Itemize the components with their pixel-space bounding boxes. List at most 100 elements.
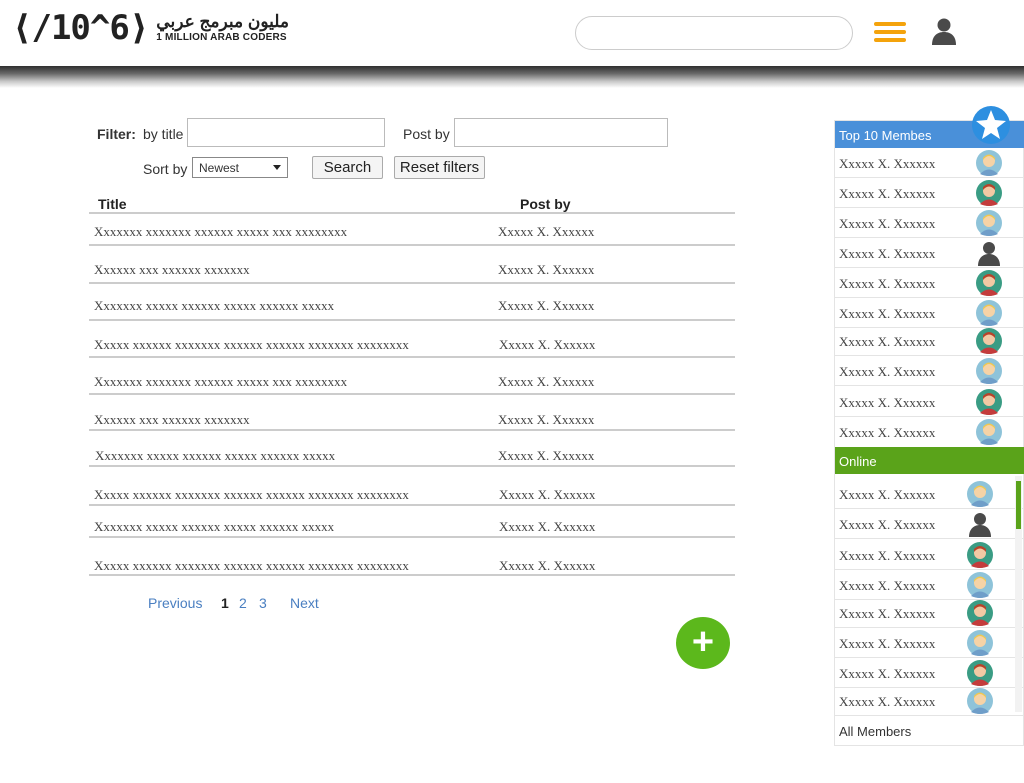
add-post-button[interactable]: + [676, 617, 730, 669]
row-author[interactable]: Xxxxx X. Xxxxxx [498, 262, 594, 278]
post-by-filter-input[interactable] [454, 118, 668, 147]
column-header-post-by[interactable]: Post by [520, 196, 571, 212]
row-title-link[interactable]: Xxxxxxx xxxxxxx xxxxxx xxxxx xxx xxxxxxx… [94, 374, 347, 390]
top-member-item[interactable]: Xxxxx X. Xxxxxx [835, 178, 1024, 208]
pagination-next[interactable]: Next [290, 595, 319, 611]
logo-arabic-text: مليون مبرمج عربي [156, 12, 289, 31]
redhair-avatar-icon [976, 270, 1002, 296]
header-search-input[interactable] [575, 16, 853, 50]
row-author[interactable]: Xxxxx X. Xxxxxx [499, 337, 595, 353]
logo-mark: ⟨/10^6⟩ [12, 8, 149, 48]
member-name: Xxxxx X. Xxxxxx [839, 246, 936, 261]
row-author[interactable]: Xxxxx X. Xxxxxx [498, 448, 594, 464]
row-title-link[interactable]: Xxxxxx xxx xxxxxx xxxxxxx [94, 412, 250, 428]
top-member-item[interactable]: Xxxxx X. Xxxxxx [835, 148, 1024, 178]
blonde-avatar-icon [976, 419, 1002, 445]
table-row-divider [89, 319, 735, 321]
row-author[interactable]: Xxxxx X. Xxxxxx [499, 487, 595, 503]
member-name: Xxxxx X. Xxxxxx [839, 578, 936, 593]
by-title-label: by title [143, 126, 184, 142]
table-header-divider [89, 212, 735, 214]
top-member-item[interactable]: Xxxxx X. Xxxxxx [835, 326, 1024, 356]
pagination-page-1[interactable]: 1 [221, 595, 229, 611]
site-header: ⟨/10^6⟩ مليون مبرمج عربي 1 MILLION ARAB … [0, 0, 1024, 68]
online-member-item[interactable]: Xxxxx X. Xxxxxx [835, 628, 1024, 658]
blonde-avatar-icon [967, 630, 993, 656]
logo-text: مليون مبرمج عربي 1 MILLION ARAB CODERS [156, 13, 289, 43]
row-title-link[interactable]: Xxxxxx xxx xxxxxx xxxxxxx [94, 262, 250, 278]
post-by-label: Post by [403, 126, 450, 142]
site-logo[interactable]: ⟨/10^6⟩ مليون مبرمج عربي 1 MILLION ARAB … [12, 8, 289, 48]
row-title-link[interactable]: Xxxxxxx xxxxx xxxxxx xxxxx xxxxxx xxxxx [94, 298, 334, 314]
header-shadow-bar [0, 66, 1024, 88]
member-name: Xxxxx X. Xxxxxx [839, 487, 936, 502]
online-scrollbar-thumb[interactable] [1016, 481, 1021, 529]
reset-filters-button[interactable]: Reset filters [394, 156, 485, 179]
sort-by-select[interactable]: Newest [192, 157, 288, 178]
default-user-avatar-icon [969, 513, 991, 537]
row-author[interactable]: Xxxxx X. Xxxxxx [499, 519, 595, 535]
hamburger-menu-icon[interactable] [874, 22, 906, 42]
blonde-avatar-icon [976, 300, 1002, 326]
user-account-icon[interactable] [929, 16, 959, 46]
logo-english-text: 1 MILLION ARAB CODERS [156, 32, 287, 43]
search-button[interactable]: Search [312, 156, 383, 179]
table-row-divider [89, 356, 735, 358]
table-row-divider [89, 536, 735, 538]
members-sidebar: Top 10 Membes Xxxxx X. Xxxxxx Xxxxx X. X… [834, 120, 1024, 746]
row-title-link[interactable]: Xxxxxxx xxxxx xxxxxx xxxxx xxxxxx xxxxx [95, 448, 335, 464]
top-member-item[interactable]: Xxxxx X. Xxxxxx [835, 298, 1024, 328]
member-name: Xxxxx X. Xxxxxx [839, 694, 936, 709]
pagination-page-3[interactable]: 3 [259, 595, 267, 611]
online-member-item[interactable]: Xxxxx X. Xxxxxx [835, 540, 1024, 570]
blonde-avatar-icon [976, 150, 1002, 176]
filter-label: Filter: [97, 126, 136, 142]
top-member-item[interactable]: Xxxxx X. Xxxxxx [835, 417, 1024, 447]
online-member-item[interactable]: Xxxxx X. Xxxxxx [835, 570, 1024, 600]
top-member-item[interactable]: Xxxxx X. Xxxxxx [835, 268, 1024, 298]
redhair-avatar-icon [967, 660, 993, 686]
member-name: Xxxxx X. Xxxxxx [839, 548, 936, 563]
row-author[interactable]: Xxxxx X. Xxxxxx [499, 558, 595, 574]
title-filter-input[interactable] [187, 118, 385, 147]
member-name: Xxxxx X. Xxxxxx [839, 306, 936, 321]
blonde-avatar-icon [976, 358, 1002, 384]
member-name: Xxxxx X. Xxxxxx [839, 517, 936, 532]
pagination-previous[interactable]: Previous [148, 595, 202, 611]
top-member-item[interactable]: Xxxxx X. Xxxxxx [835, 387, 1024, 417]
member-name: Xxxxx X. Xxxxxx [839, 364, 936, 379]
table-row-divider [89, 574, 735, 576]
column-header-title[interactable]: Title [98, 196, 127, 212]
online-member-item[interactable]: Xxxxx X. Xxxxxx [835, 509, 1024, 539]
redhair-avatar-icon [976, 180, 1002, 206]
table-row-divider [89, 465, 735, 467]
pagination-page-2[interactable]: 2 [239, 595, 247, 611]
row-title-link[interactable]: Xxxxxxx xxxxxxx xxxxxx xxxxx xxx xxxxxxx… [94, 224, 347, 240]
blonde-avatar-icon [967, 572, 993, 598]
row-title-link[interactable]: Xxxxx xxxxxx xxxxxxx xxxxxx xxxxxx xxxxx… [94, 558, 409, 574]
row-author[interactable]: Xxxxx X. Xxxxxx [498, 298, 594, 314]
row-author[interactable]: Xxxxx X. Xxxxxx [498, 374, 594, 390]
online-member-item[interactable]: Xxxxx X. Xxxxxx [835, 598, 1024, 628]
member-name: Xxxxx X. Xxxxxx [839, 395, 936, 410]
redhair-avatar-icon [967, 542, 993, 568]
row-title-link[interactable]: Xxxxx xxxxxx xxxxxxx xxxxxx xxxxxx xxxxx… [94, 487, 409, 503]
row-title-link[interactable]: Xxxxxxx xxxxx xxxxxx xxxxx xxxxxx xxxxx [94, 519, 334, 535]
online-member-item[interactable]: Xxxxx X. Xxxxxx [835, 658, 1024, 688]
all-members-link[interactable]: All Members [839, 724, 911, 739]
top-member-item[interactable]: Xxxxx X. Xxxxxx [835, 238, 1024, 268]
online-member-item[interactable]: Xxxxx X. Xxxxxx [835, 686, 1024, 716]
row-author[interactable]: Xxxxx X. Xxxxxx [498, 224, 594, 240]
member-name: Xxxxx X. Xxxxxx [839, 156, 936, 171]
online-member-item[interactable]: Xxxxx X. Xxxxxx [835, 479, 1024, 509]
top-member-item[interactable]: Xxxxx X. Xxxxxx [835, 208, 1024, 238]
member-name: Xxxxx X. Xxxxxx [839, 606, 936, 621]
table-row-divider [89, 504, 735, 506]
blonde-avatar-icon [976, 210, 1002, 236]
top-member-item[interactable]: Xxxxx X. Xxxxxx [835, 356, 1024, 386]
row-author[interactable]: Xxxxx X. Xxxxxx [498, 412, 594, 428]
star-badge-icon [972, 106, 1010, 144]
row-title-link[interactable]: Xxxxx xxxxxx xxxxxxx xxxxxx xxxxxx xxxxx… [94, 337, 409, 353]
blonde-avatar-icon [967, 481, 993, 507]
redhair-avatar-icon [967, 600, 993, 626]
